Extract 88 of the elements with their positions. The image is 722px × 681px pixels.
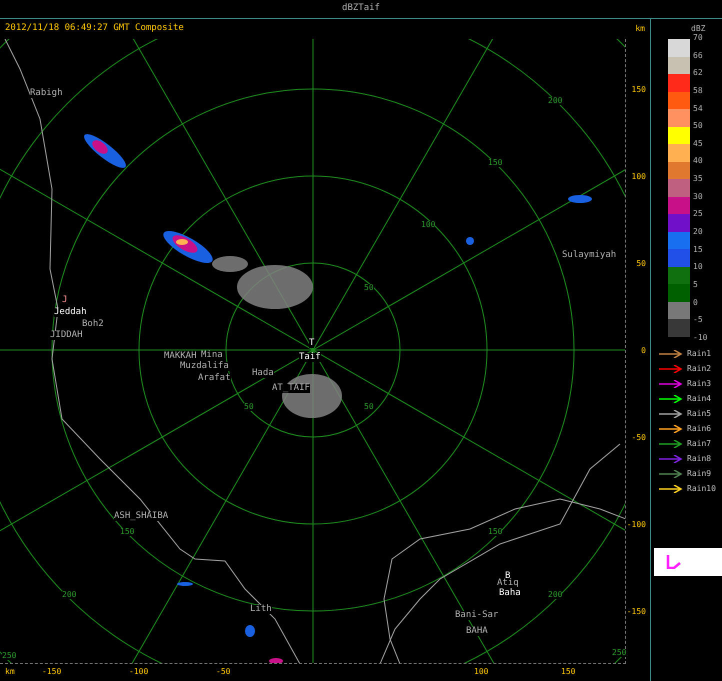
axis-tick-label: 150 — [561, 668, 576, 676]
arrow-icon — [659, 455, 683, 463]
scale-label: 62 — [693, 69, 704, 78]
place-label: Bani-Sar — [455, 611, 498, 620]
scale-label: 30 — [693, 192, 704, 201]
track-label: Rain1 — [687, 350, 712, 358]
axis-tick-label: 100 — [474, 668, 488, 676]
track-label: Rain9 — [687, 470, 712, 478]
axis-tick-label: -100 — [129, 668, 148, 676]
scale-label: 0 — [693, 298, 699, 307]
timestamp-text: 2012/11/18 06:49:27 GMT Composite — [5, 22, 184, 36]
range-ring-label: 200 — [548, 97, 562, 105]
range-ring-label: 250 — [612, 649, 626, 657]
scale-label: 15 — [693, 246, 704, 254]
legend-title: dBZ — [691, 25, 706, 33]
place-label: JIDDAH — [50, 331, 83, 340]
range-ring-label: 200 — [548, 591, 562, 599]
place-label: Taif — [299, 353, 321, 362]
barb-icon — [666, 555, 681, 569]
track-label: Rain7 — [687, 440, 712, 448]
place-label: Baha — [499, 589, 521, 598]
track-label: Rain3 — [687, 380, 712, 388]
scale-label: 45 — [693, 140, 704, 148]
axis-tick-label: -150 — [42, 668, 62, 676]
place-label: BAHA — [466, 627, 488, 636]
arrow-icon — [659, 395, 683, 403]
scale-label: 5 — [693, 280, 699, 289]
place-label: Jeddah — [54, 308, 87, 317]
axis-tick-label: 100 — [630, 173, 646, 181]
track-label: Rain10 — [687, 485, 716, 493]
axis-tick-label: 150 — [630, 86, 646, 94]
scale-label: 54 — [693, 104, 704, 113]
range-ring-label: 50 — [364, 403, 374, 411]
place-label: Sulaymiyah — [562, 251, 616, 260]
axis-unit-label: km — [5, 668, 15, 676]
axis-tick-label: 50 — [635, 260, 646, 268]
arrow-icon — [659, 440, 683, 448]
scale-label: -10 — [693, 334, 708, 342]
window-title: dBZTaif — [342, 2, 380, 16]
axis-tick-label: -50 — [216, 668, 230, 676]
range-ring-label: 150 — [488, 159, 502, 167]
arrow-icon — [659, 410, 683, 418]
scale-label: 25 — [693, 210, 704, 218]
scale-label: 70 — [693, 34, 704, 42]
track-label: Rain6 — [687, 425, 712, 433]
place-label: MAKKAH — [164, 352, 197, 361]
scale-label: 35 — [693, 175, 704, 184]
track-label: Rain5 — [687, 410, 712, 418]
arrow-icon — [659, 425, 683, 433]
scale-label: 10 — [693, 263, 704, 272]
arrow-icon — [659, 365, 683, 373]
axis-tick-label: -100 — [626, 521, 646, 529]
place-label: ASH_SHAIBA — [114, 512, 168, 521]
range-ring-label: 150 — [120, 528, 134, 536]
arrow-icon — [659, 485, 683, 493]
place-label: Atiq — [497, 579, 519, 588]
place-label: Muzdalifa — [180, 362, 229, 371]
place-label: Mina — [201, 351, 223, 360]
track-label: Rain2 — [687, 365, 712, 373]
place-label: Lith — [250, 605, 272, 614]
range-ring-label: 250 — [2, 652, 16, 660]
place-label: Rabigh — [30, 89, 63, 98]
place-label: Hada — [252, 369, 274, 378]
place-label: Arafat — [198, 374, 231, 383]
track-label: Rain8 — [687, 455, 712, 463]
axis-tick-label: 0 — [640, 347, 646, 355]
arrow-icon — [659, 470, 683, 478]
range-ring-label: 50 — [364, 284, 374, 292]
scale-label: -5 — [693, 316, 704, 324]
axis-tick-label: -150 — [626, 608, 646, 616]
range-ring-label: 50 — [244, 403, 254, 411]
scale-label: 58 — [693, 86, 704, 95]
range-ring-label: 200 — [62, 591, 76, 599]
scale-label: 20 — [693, 228, 704, 236]
unit-label: km — [635, 23, 645, 35]
place-label: AT_TAIF — [272, 384, 310, 393]
range-ring-label: 100 — [421, 221, 436, 229]
arrow-icon — [659, 350, 683, 358]
axis-tick-label: -50 — [630, 434, 646, 442]
track-label: Rain4 — [687, 395, 712, 403]
arrow-icon — [659, 380, 683, 388]
scale-label: 40 — [693, 157, 704, 166]
place-label: J — [62, 296, 68, 305]
place-label: Boh2 — [82, 320, 104, 329]
range-ring-label: 150 — [488, 528, 502, 536]
scale-label: 50 — [693, 122, 704, 130]
place-label: T — [309, 339, 314, 348]
scale-label: 66 — [693, 52, 704, 60]
